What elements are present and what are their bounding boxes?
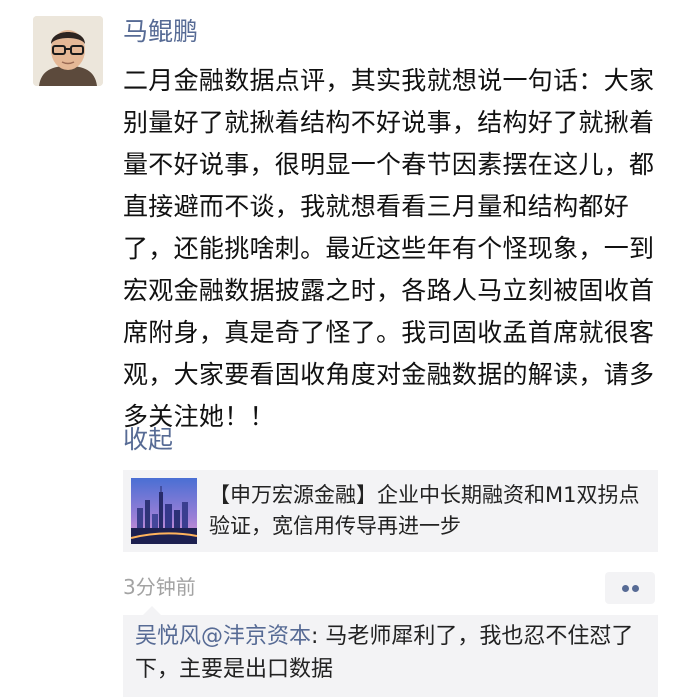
post-author-name[interactable]: 马鲲鹏 xyxy=(123,14,198,50)
more-actions-button[interactable] xyxy=(605,572,655,604)
comment-separator: : xyxy=(311,624,326,649)
post-timestamp: 3分钟前 xyxy=(123,575,196,599)
comment-author[interactable]: 吴悦风@沣京资本 xyxy=(135,624,311,649)
more-dots-icon xyxy=(622,585,629,592)
post-text: 二月金融数据点评，其实我就想说一句话：大家别量好了就揪着结构不好说事，结构好了就… xyxy=(123,66,655,431)
shared-article-card[interactable]: 【申万宏源金融】企业中长期融资和M1双拐点验证，宽信用传导再进一步 xyxy=(123,470,658,552)
avatar[interactable] xyxy=(33,16,103,86)
comment-item[interactable]: 吴悦风@沣京资本: 马老师犀利了，我也忍不住怼了下，主要是出口数据 xyxy=(135,620,645,686)
shared-article-title: 【申万宏源金融】企业中长期融资和M1双拐点验证，宽信用传导再进一步 xyxy=(209,483,640,538)
comments-section: 吴悦风@沣京资本: 马老师犀利了，我也忍不住怼了下，主要是出口数据 xyxy=(123,606,658,697)
avatar-portrait-image xyxy=(33,16,103,86)
city-skyline-image xyxy=(131,478,197,544)
more-dots-icon xyxy=(632,585,639,592)
collapse-link[interactable]: 收起 xyxy=(123,422,173,458)
